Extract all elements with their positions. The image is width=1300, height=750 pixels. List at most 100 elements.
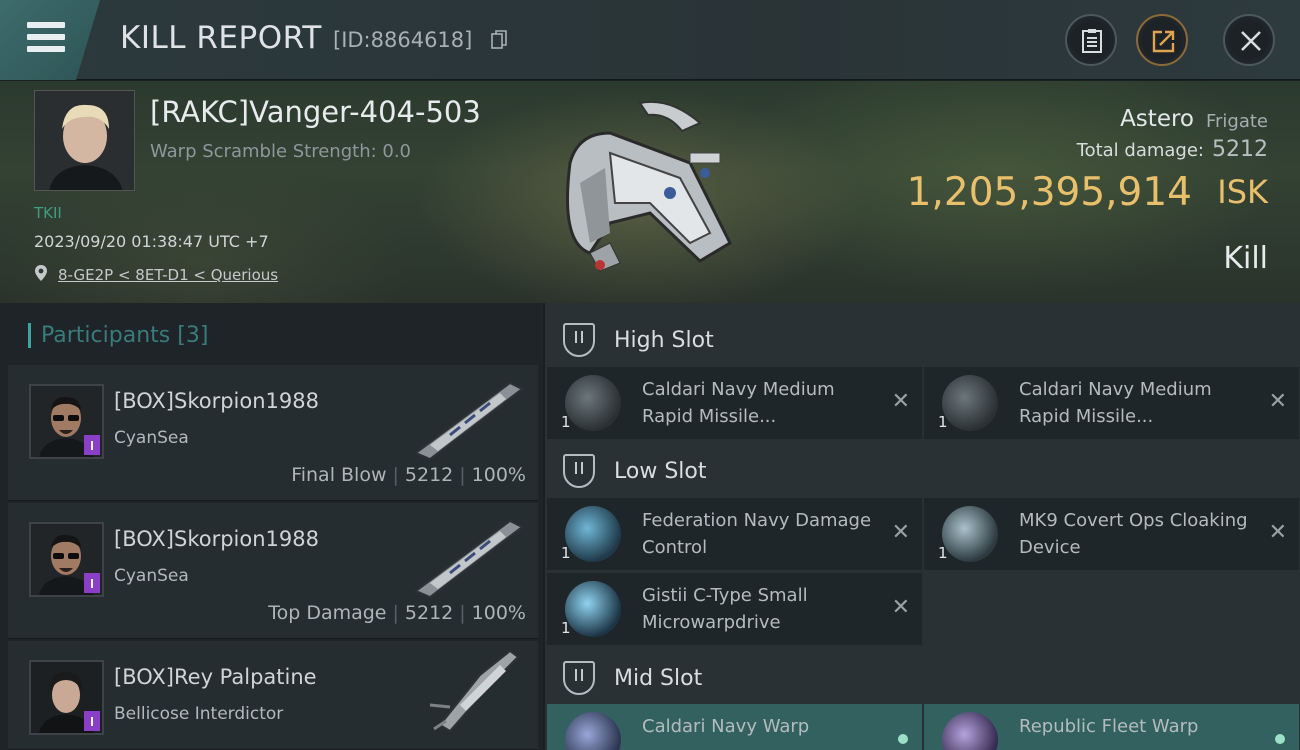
clipboard-icon xyxy=(1082,29,1102,53)
clipboard-button[interactable] xyxy=(1065,14,1117,66)
location-link[interactable]: 8-GE2P < 8ET-D1 < Querious xyxy=(58,266,278,284)
total-damage-label: Total damage: xyxy=(1076,140,1204,161)
cyansea-ship-image xyxy=(414,519,524,599)
menu-button[interactable] xyxy=(0,0,100,80)
participant-name: [BOX]Skorpion1988 xyxy=(114,527,319,551)
cloaking-device-icon xyxy=(942,506,998,562)
participant-role: Final Blow xyxy=(291,464,387,486)
total-damage-value: 5212 xyxy=(1212,137,1268,162)
badge-icon xyxy=(84,435,100,455)
module-item[interactable]: 1 Caldari Navy Medium Rapid Missile... ✕ xyxy=(547,367,922,439)
module-item[interactable]: 1 MK9 Covert Ops Cloaking Device ✕ xyxy=(924,498,1299,570)
bellicose-ship-image xyxy=(429,649,520,733)
module-name: Caldari Navy Medium Rapid Missile... xyxy=(1019,379,1212,427)
module-item[interactable]: 1 Federation Navy Damage Control ✕ xyxy=(547,498,922,570)
destroyed-icon: ✕ xyxy=(1268,389,1287,414)
module-name: Republic Fleet Warp xyxy=(1019,716,1199,737)
warp-disruptor-icon xyxy=(942,712,998,750)
participant-damage: 5212 xyxy=(404,602,454,624)
close-icon xyxy=(1241,31,1261,51)
missile-launcher-icon xyxy=(942,375,998,431)
ship-name: Astero xyxy=(1120,106,1194,132)
participants-count: [3] xyxy=(177,323,209,348)
victim-portrait[interactable] xyxy=(34,90,135,191)
module-name: MK9 Covert Ops Cloaking Device xyxy=(1019,510,1248,558)
avatar[interactable] xyxy=(29,384,104,459)
top-bar: KILL REPORT [ID:8864618] xyxy=(0,0,1300,80)
low-slot-header: Low Slot xyxy=(545,440,1300,498)
low-slot-title: Low Slot xyxy=(614,459,707,484)
ship-class: Frigate xyxy=(1205,111,1268,132)
share-icon xyxy=(1152,30,1175,53)
participant-role: Top Damage xyxy=(268,602,387,624)
participant-stats: Final Blow | 5212 | 100% xyxy=(291,464,526,486)
avatar[interactable] xyxy=(29,522,104,597)
participant-row[interactable]: [BOX]Rey Palpatine Bellicose Interdictor xyxy=(8,641,538,750)
kill-id: [ID:8864618] xyxy=(333,28,473,52)
isk-value: 1,205,395,914 xyxy=(906,170,1192,215)
warp-disruptor-icon xyxy=(565,712,621,750)
high-slot-title: High Slot xyxy=(614,328,714,353)
participant-ship: Bellicose Interdictor xyxy=(114,704,284,724)
microwarpdrive-icon xyxy=(565,581,621,637)
participants-header: Participants [3] xyxy=(28,323,208,348)
victim-name: [RAKC]Vanger-404-503 xyxy=(150,95,481,129)
low-slot-icon xyxy=(563,454,595,488)
participant-ship: CyanSea xyxy=(114,428,189,448)
module-quantity: 1 xyxy=(938,544,948,562)
fitting-panel: High Slot 1 Caldari Navy Medium Rapid Mi… xyxy=(545,303,1300,750)
mid-slot-header: Mid Slot xyxy=(545,647,1300,705)
copy-icon[interactable] xyxy=(491,30,507,50)
destroyed-icon: ✕ xyxy=(891,389,910,414)
destroyed-icon: ✕ xyxy=(1268,520,1287,545)
kill-timestamp: 2023/09/20 01:38:47 UTC +7 xyxy=(34,232,269,251)
module-item[interactable]: Republic Fleet Warp xyxy=(924,704,1299,750)
share-button[interactable] xyxy=(1136,14,1188,66)
module-name: Federation Navy Damage Control xyxy=(642,510,872,558)
corp-tag: TKII xyxy=(34,204,62,222)
close-button[interactable] xyxy=(1223,14,1275,66)
module-quantity: 1 xyxy=(561,413,571,431)
destroyed-icon: ✕ xyxy=(891,520,910,545)
module-item[interactable]: Caldari Navy Warp xyxy=(547,704,922,750)
module-name: Gistii C-Type Small Microwarpdrive xyxy=(642,585,808,633)
menu-icon xyxy=(27,22,65,28)
badge-icon xyxy=(84,573,100,593)
astero-ship-image xyxy=(566,100,732,272)
dropped-indicator-icon xyxy=(898,734,908,744)
avatar[interactable] xyxy=(29,660,104,735)
module-quantity: 1 xyxy=(561,619,571,637)
destroyed-icon: ✕ xyxy=(891,595,910,620)
isk-unit: ISK xyxy=(1217,173,1268,211)
participant-name: [BOX]Rey Palpatine xyxy=(114,665,317,689)
module-name: Caldari Navy Warp xyxy=(642,716,810,737)
participant-row[interactable]: [BOX]Skorpion1988 CyanSea Final Blow | 521… xyxy=(8,365,538,501)
high-slot-header: High Slot xyxy=(545,309,1300,367)
module-name: Caldari Navy Medium Rapid Missile... xyxy=(642,379,835,427)
menu-icon-bar xyxy=(27,46,65,52)
module-quantity: 1 xyxy=(561,544,571,562)
participants-panel: Participants [3] [BOX]Skorpion1988 CyanS… xyxy=(0,303,543,750)
module-item[interactable]: 1 Caldari Navy Medium Rapid Missile... ✕ xyxy=(924,367,1299,439)
participants-label: Participants xyxy=(41,323,171,348)
participant-percent: 100% xyxy=(471,464,526,486)
dropped-indicator-icon xyxy=(1275,734,1285,744)
participant-stats: Top Damage | 5212 | 100% xyxy=(268,602,526,624)
missile-launcher-icon xyxy=(565,375,621,431)
high-slot-icon xyxy=(563,323,595,357)
participant-percent: 100% xyxy=(471,602,526,624)
menu-icon-bar xyxy=(27,34,65,40)
mid-slot-title: Mid Slot xyxy=(614,666,703,691)
page-title: KILL REPORT xyxy=(120,20,322,56)
victim-panel: [RAKC]Vanger-404-503 Warp Scramble Stren… xyxy=(0,81,1300,303)
participant-ship: CyanSea xyxy=(114,566,189,586)
module-quantity: 1 xyxy=(938,413,948,431)
kill-result: Kill xyxy=(1223,241,1268,276)
participant-row[interactable]: [BOX]Skorpion1988 CyanSea Top Damage | 521… xyxy=(8,503,538,639)
module-item[interactable]: 1 Gistii C-Type Small Microwarpdrive ✕ xyxy=(547,573,922,645)
badge-icon xyxy=(84,711,100,731)
cyansea-ship-image xyxy=(414,381,524,461)
participant-damage: 5212 xyxy=(404,464,454,486)
participant-name: [BOX]Skorpion1988 xyxy=(114,389,319,413)
location-pin-icon xyxy=(35,265,47,281)
